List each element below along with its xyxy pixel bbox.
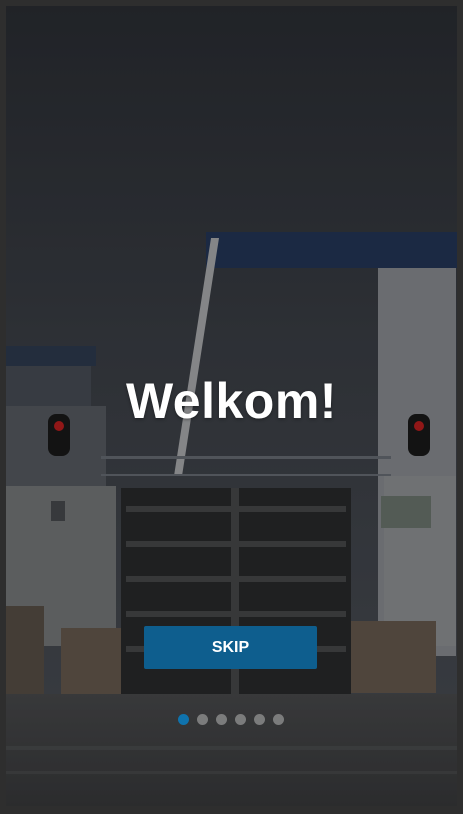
page-indicator-dot[interactable] bbox=[196, 714, 208, 725]
page-indicator-dot[interactable] bbox=[177, 714, 189, 725]
page-indicator-dot[interactable] bbox=[215, 714, 227, 725]
skip-button[interactable]: SKIP bbox=[144, 626, 317, 669]
page-indicator[interactable] bbox=[6, 714, 457, 725]
page-indicator-dot[interactable] bbox=[253, 714, 265, 725]
device-frame: Welkom! SKIP bbox=[0, 0, 463, 814]
welcome-title: Welkom! bbox=[126, 373, 337, 429]
onboarding-screen: Welkom! SKIP bbox=[6, 6, 457, 806]
page-indicator-dot[interactable] bbox=[234, 714, 246, 725]
page-indicator-dot[interactable] bbox=[272, 714, 284, 725]
